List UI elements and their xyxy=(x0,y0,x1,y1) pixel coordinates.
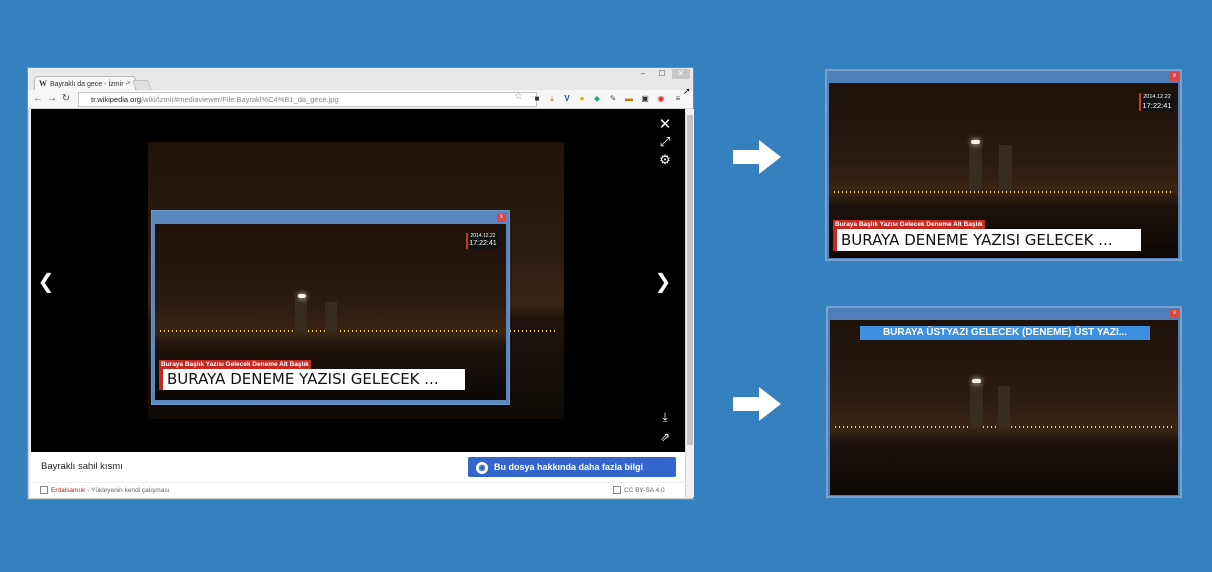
browser-toolbar: ← → ↻ tr.wikipedia.org/wiki/İzmir#mediav… xyxy=(28,90,693,109)
media-viewer: x 2014.12.22 17:22:41 Buraya Başlık Yazı… xyxy=(31,109,685,452)
image-caption: Bayraklı sahil kısmı xyxy=(41,461,123,472)
back-icon[interactable]: ← xyxy=(32,92,44,105)
panel-top-headline: BURAYA DENEME YAZISI GELECEK ... xyxy=(833,229,1141,251)
panel-bottom-banner: BURAYA ÜSTYAZI GELECEK (DENEME) ÜST YAZI… xyxy=(860,326,1150,340)
author-suffix: - Yükleyenin kendi çalışması xyxy=(85,487,170,494)
extension-icon-v[interactable]: V xyxy=(562,94,572,104)
panel-top-time: 17:22:41 xyxy=(1142,101,1172,110)
panel-top-banner: x BURAYA ÜSTYAZI GELECEK (DENEME) ÜST YA… xyxy=(826,306,1182,498)
overlay-subtitle: Buraya Başlık Yazısı Gelecek Deneme Alt … xyxy=(159,360,311,369)
wikipedia-favicon-icon: W xyxy=(39,79,47,88)
extension-icon-folder[interactable]: ▬ xyxy=(624,94,634,104)
url-host: tr.wikipedia.org xyxy=(91,95,142,104)
panel-top-image: 2014.12.22 17:22:41 Buraya Başlık Yazısı… xyxy=(829,83,1178,258)
next-image-icon[interactable]: ❯ xyxy=(653,269,673,293)
panel-top-date: 2014.12.22 xyxy=(1143,94,1171,100)
extension-icon-1[interactable]: ■ xyxy=(532,94,542,104)
browser-tab[interactable]: W Bayraklı da gece - İzmir - × xyxy=(34,76,136,91)
tab-close-icon[interactable]: × xyxy=(127,77,131,91)
title-bar: W Bayraklı da gece - İzmir - × – ☐ ✕ xyxy=(28,68,693,91)
extension-icon-opera[interactable]: ◉ xyxy=(656,94,666,104)
more-info-label: Bu dosya hakkında daha fazla bilgi xyxy=(494,462,644,472)
share-icon[interactable]: ⇗ xyxy=(655,430,675,444)
overlay-clock: 2014.12.22 17:22:41 xyxy=(466,233,498,249)
panel-clock-headline: x 2014.12.22 17:22:41 Buraya Başlık Yazı… xyxy=(825,69,1182,261)
settings-icon[interactable]: ⚙ xyxy=(655,153,675,168)
more-info-button[interactable]: ◉ Bu dosya hakkında daha fazla bilgi xyxy=(468,457,676,477)
overlay-close-button[interactable]: x xyxy=(497,213,506,222)
overlay-date: 2014.12.22 xyxy=(470,233,496,239)
user-icon xyxy=(40,486,48,495)
forward-icon[interactable]: → xyxy=(46,92,58,105)
author-link[interactable]: Erdalsamuk xyxy=(51,487,85,494)
info-icon: ◉ xyxy=(476,461,488,474)
scrollbar[interactable] xyxy=(685,109,694,497)
extension-icon-pen[interactable]: ✎ xyxy=(608,94,618,104)
tab-title: Bayraklı da gece - İzmir - xyxy=(50,81,128,88)
window-close-button[interactable]: ✕ xyxy=(672,69,690,79)
viewer-close-icon[interactable]: ✕ xyxy=(655,115,675,133)
panel-bottom-image: BURAYA ÜSTYAZI GELECEK (DENEME) ÜST YAZI… xyxy=(830,320,1178,495)
menu-icon[interactable]: ≡ xyxy=(673,94,683,104)
scrollbar-thumb[interactable] xyxy=(687,115,693,445)
mouse-cursor-icon: ➚ xyxy=(683,86,691,96)
fullscreen-icon[interactable]: ⤢ xyxy=(655,135,675,150)
overlay-image: 2014.12.22 17:22:41 Buraya Başlık Yazısı… xyxy=(155,224,506,400)
extension-icon-film[interactable]: ▣ xyxy=(640,94,650,104)
panel-top-subtitle: Buraya Başlık Yazısı Gelecek Deneme Alt … xyxy=(833,220,985,229)
download-icon[interactable]: ⤓ xyxy=(655,410,675,425)
credit-footer: Erdalsamuk - Yükleyenin kendi çalışması … xyxy=(31,482,685,498)
overlay-headline: BURAYA DENEME YAZISI GELECEK ... xyxy=(159,369,465,390)
license-label[interactable]: CC BY-SA 4.0 xyxy=(613,483,665,498)
overlay-time: 17:22:41 xyxy=(469,240,497,247)
panel-bottom-close-button[interactable]: x xyxy=(1170,309,1179,318)
bookmark-star-icon[interactable]: ☆ xyxy=(514,91,523,102)
url-path: /wiki/İzmir#mediaviewer/File:Bayrakl%C4%… xyxy=(141,95,339,104)
extension-icon-coin[interactable]: ● xyxy=(577,94,587,104)
maximize-button[interactable]: ☐ xyxy=(653,69,671,79)
extension-icon-leaf[interactable]: ◆ xyxy=(592,94,602,104)
license-icon xyxy=(613,486,621,495)
minimize-button[interactable]: – xyxy=(634,69,652,79)
panel-top-close-button[interactable]: x xyxy=(1170,72,1179,81)
browser-window: W Bayraklı da gece - İzmir - × – ☐ ✕ ← → … xyxy=(27,67,694,500)
download-extension-icon[interactable]: ⤓ xyxy=(547,94,557,104)
panel-top-clock: 2014.12.22 17:22:41 xyxy=(1139,93,1173,111)
reload-icon[interactable]: ↻ xyxy=(60,92,72,105)
prev-image-icon[interactable]: ❮ xyxy=(36,269,56,293)
caption-bar: Bayraklı sahil kısmı ◉ Bu dosya hakkında … xyxy=(31,452,685,482)
overlay-window: x 2014.12.22 17:22:41 Buraya Başlık Yazı… xyxy=(151,210,510,405)
address-bar[interactable]: tr.wikipedia.org/wiki/İzmir#mediaviewer/… xyxy=(78,92,537,107)
